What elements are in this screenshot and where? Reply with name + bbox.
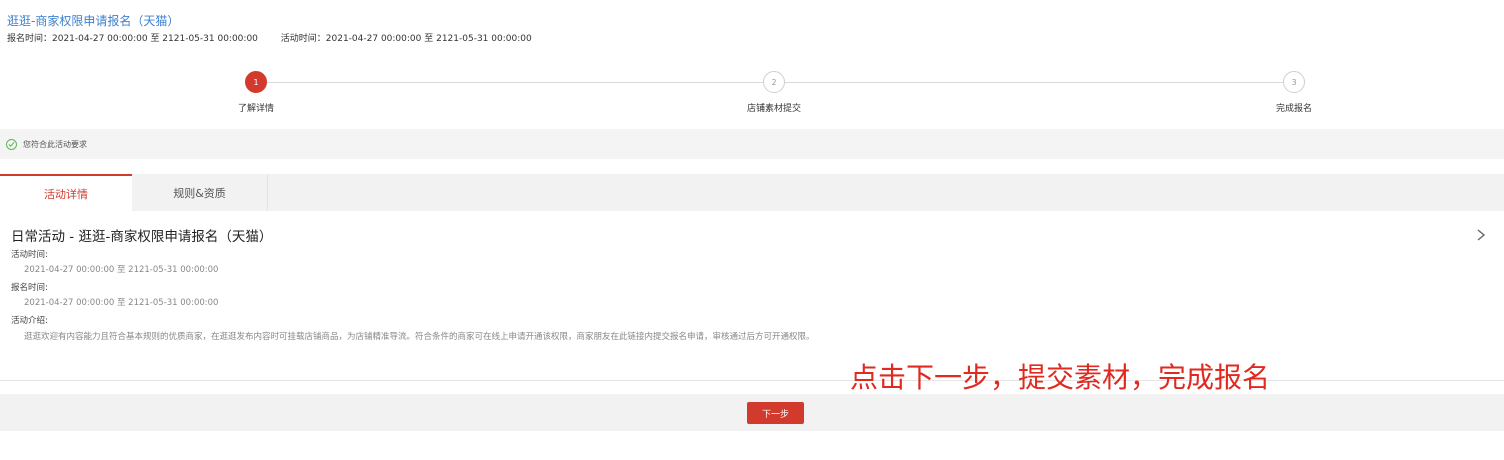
- signup-time: 报名时间：2021-04-27 00:00:00 至 2121-05-31 00…: [7, 34, 258, 44]
- check-circle-icon: [6, 138, 17, 150]
- activity-detail-panel: 日常活动 - 逛逛-商家权限申请报名（天猫） 活动时间: 2021-04-27 …: [0, 211, 1504, 381]
- eligibility-status: 您符合此活动要求: [0, 129, 1504, 159]
- step-connector: [785, 82, 1283, 83]
- step-2-circle: 2: [763, 71, 785, 93]
- page: 逛逛-商家权限申请报名（天猫） 报名时间：2021-04-27 00:00:00…: [0, 0, 1504, 460]
- footer-bar: 下一步: [0, 394, 1504, 431]
- activity-title: 日常活动 - 逛逛-商家权限申请报名（天猫）: [11, 229, 273, 245]
- activity-time-value: 2021-04-27 00:00:00 至 2121-05-31 00:00:0…: [24, 265, 219, 275]
- activity-time: 活动时间：2021-04-27 00:00:00 至 2121-05-31 00…: [280, 34, 532, 44]
- status-text: 您符合此活动要求: [23, 139, 87, 149]
- instruction-annotation: 点击下一步，提交素材，完成报名: [850, 361, 1271, 394]
- step-connector: [267, 82, 763, 83]
- step-3-label: 完成报名: [1275, 104, 1313, 114]
- progress-steps: 1 了解详情 2 店铺素材提交 3 完成报名: [0, 70, 1504, 120]
- tab-rules[interactable]: 规则&资质: [132, 174, 268, 211]
- time-info: 报名时间：2021-04-27 00:00:00 至 2121-05-31 00…: [7, 31, 532, 44]
- signup-time-value: 2021-04-27 00:00:00 至 2121-05-31 00:00:0…: [24, 298, 219, 308]
- step-2-label: 店铺素材提交: [746, 104, 802, 114]
- step-1-label: 了解详情: [237, 104, 275, 114]
- intro-label: 活动介绍:: [11, 316, 48, 326]
- step-1-circle: 1: [245, 71, 267, 93]
- tab-bar: 活动详情 规则&资质: [0, 174, 1504, 211]
- next-step-button[interactable]: 下一步: [747, 402, 804, 424]
- signup-time-label: 报名时间:: [11, 283, 48, 293]
- tab-activity-details[interactable]: 活动详情: [0, 174, 132, 211]
- page-title[interactable]: 逛逛-商家权限申请报名（天猫）: [7, 12, 179, 29]
- step-3-circle: 3: [1283, 71, 1305, 93]
- activity-time-label: 活动时间:: [11, 250, 48, 260]
- intro-value: 逛逛欢迎有内容能力且符合基本规则的优质商家，在逛逛发布内容时可挂载店铺商品，为店…: [24, 332, 815, 342]
- chevron-right-icon[interactable]: [1474, 228, 1488, 242]
